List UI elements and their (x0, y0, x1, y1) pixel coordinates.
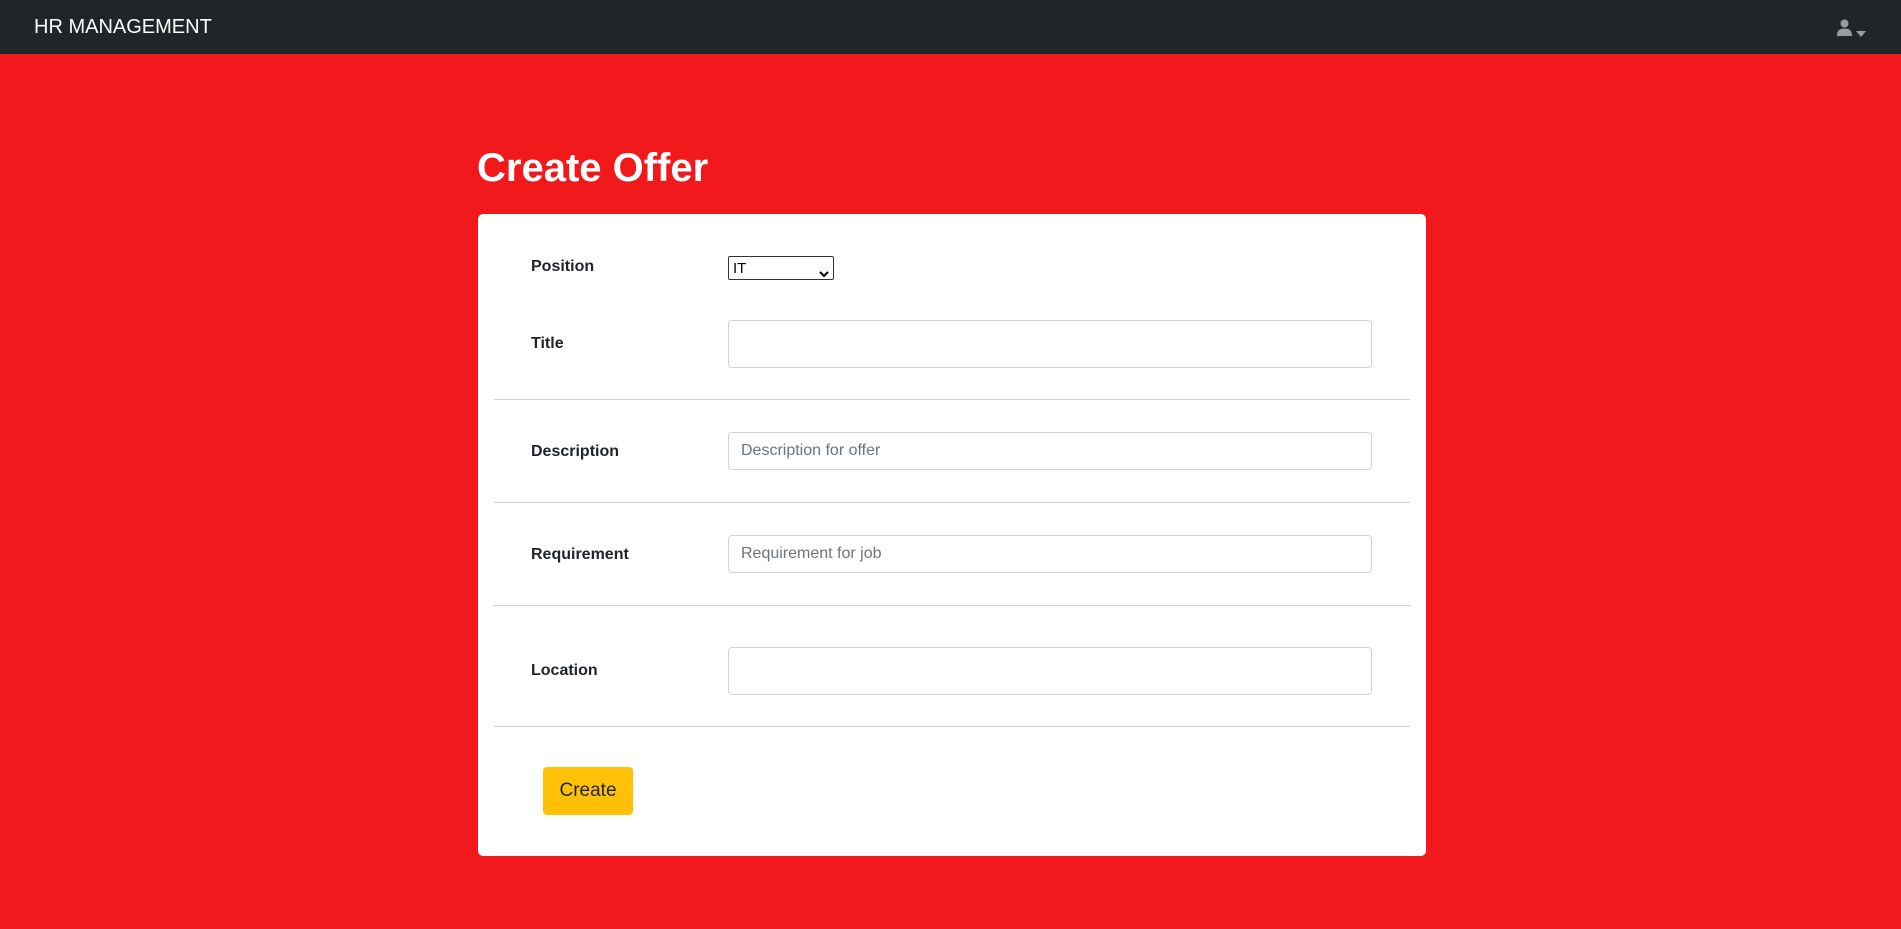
divider (494, 605, 1410, 606)
user-icon (1837, 19, 1852, 36)
divider (494, 399, 1410, 400)
create-button[interactable]: Create (543, 767, 633, 815)
caret-down-icon (1856, 24, 1866, 37)
position-select-value: IT (733, 259, 747, 277)
requirement-input[interactable] (728, 535, 1372, 573)
chevron-down-icon (819, 265, 829, 277)
divider (494, 502, 1410, 503)
position-select[interactable]: IT (728, 256, 834, 280)
requirement-label: Requirement (531, 546, 629, 563)
location-label: Location (531, 662, 598, 679)
top-navbar: HR MANAGEMENT (0, 0, 1901, 54)
divider (494, 726, 1410, 727)
user-menu-toggle[interactable] (1837, 17, 1871, 37)
position-label: Position (531, 258, 595, 275)
navbar-brand[interactable]: HR MANAGEMENT (34, 14, 212, 40)
title-input[interactable] (728, 320, 1372, 368)
location-input[interactable] (728, 647, 1372, 695)
page-title: Create Offer (477, 146, 709, 190)
title-label: Title (531, 335, 564, 352)
description-label: Description (531, 443, 620, 460)
description-input[interactable] (728, 432, 1372, 470)
create-offer-form: Position IT Title Description Requiremen… (478, 214, 1426, 856)
